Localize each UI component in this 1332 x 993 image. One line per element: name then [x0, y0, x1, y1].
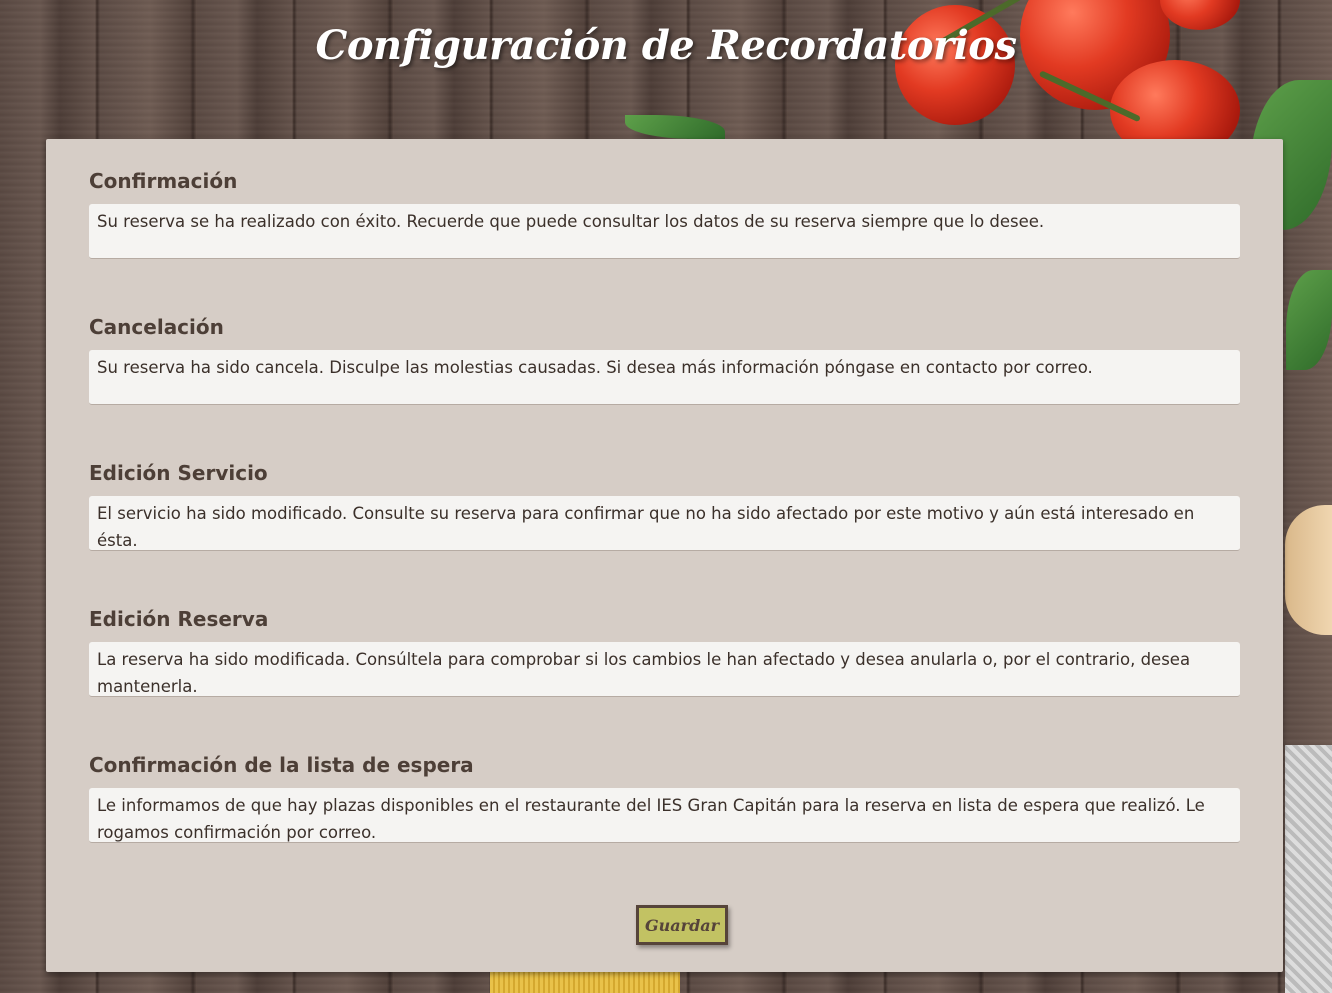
waitlist-confirmation-label: Confirmación de la lista de espera	[89, 753, 474, 777]
reminders-form: Confirmación Su reserva se ha realizado …	[46, 139, 1283, 972]
service-edit-label: Edición Servicio	[89, 461, 268, 485]
section-confirmation: Confirmación Su reserva se ha realizado …	[89, 169, 1240, 259]
section-cancellation: Cancelación Su reserva ha sido cancela. …	[89, 315, 1240, 405]
reservation-edit-label: Edición Reserva	[89, 607, 269, 631]
reservation-edit-textarea[interactable]: La reserva ha sido modificada. Consúltel…	[89, 642, 1240, 697]
page-title: Configuración de Recordatorios	[315, 22, 1017, 69]
section-waitlist-confirmation: Confirmación de la lista de espera Le in…	[89, 753, 1240, 843]
section-reservation-edit: Edición Reserva La reserva ha sido modif…	[89, 607, 1240, 697]
cancellation-label: Cancelación	[89, 315, 224, 339]
service-edit-textarea[interactable]: El servicio ha sido modificado. Consulte…	[89, 496, 1240, 551]
confirmation-label: Confirmación	[89, 169, 238, 193]
section-service-edit: Edición Servicio El servicio ha sido mod…	[89, 461, 1240, 551]
confirmation-textarea[interactable]: Su reserva se ha realizado con éxito. Re…	[89, 204, 1240, 259]
cancellation-textarea[interactable]: Su reserva ha sido cancela. Disculpe las…	[89, 350, 1240, 405]
waitlist-confirmation-textarea[interactable]: Le informamos de que hay plazas disponib…	[89, 788, 1240, 843]
save-button[interactable]: Guardar	[636, 905, 728, 945]
